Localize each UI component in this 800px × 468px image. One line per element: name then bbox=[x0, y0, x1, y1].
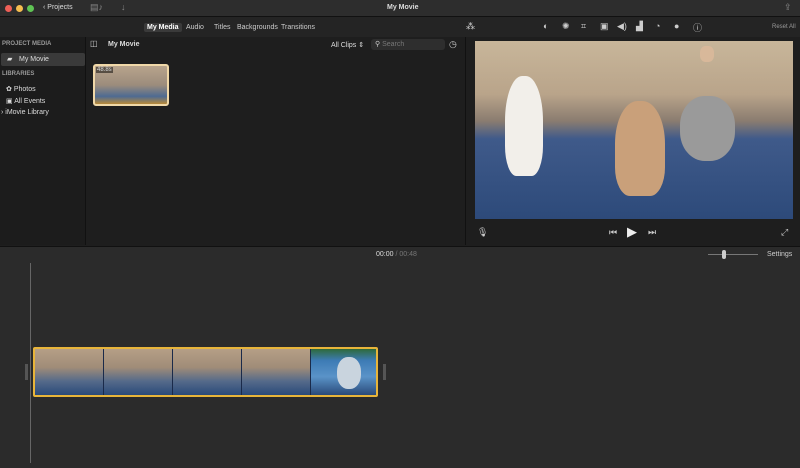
sidebar-toggle-icon[interactable]: ◫ bbox=[90, 39, 98, 48]
toolbar: My Media Audio Titles Backgrounds Transi… bbox=[0, 17, 800, 37]
stabilization-icon[interactable]: ▣ bbox=[600, 21, 609, 32]
timeline-settings-button[interactable]: Settings bbox=[767, 251, 792, 258]
clip-frame-shark bbox=[311, 349, 376, 395]
sidebar-item-all-events[interactable]: ▣ All Events bbox=[6, 97, 45, 105]
timecode: 00:00 / 00:48 bbox=[376, 251, 417, 258]
fullscreen-icon[interactable]: ⤢ bbox=[781, 227, 788, 238]
zoom-button[interactable] bbox=[27, 5, 34, 12]
sidebar: PROJECT MEDIA ▰ My Movie LIBRARIES ✿ Pho… bbox=[0, 37, 86, 245]
updown-icon: ⇕ bbox=[358, 42, 365, 49]
shark bbox=[337, 357, 361, 389]
window-title: My Movie bbox=[387, 4, 419, 11]
clip-filter-select[interactable]: All Clips ⇕ bbox=[331, 41, 364, 49]
minimize-button[interactable] bbox=[16, 5, 23, 12]
kitten-grey bbox=[680, 96, 735, 161]
magic-wand-icon[interactable]: ⁂ bbox=[466, 21, 475, 32]
kitten-white bbox=[505, 76, 543, 176]
sidebar-item-photos[interactable]: ✿ Photos bbox=[6, 85, 36, 93]
video-preview bbox=[475, 41, 793, 219]
trim-handle-left[interactable] bbox=[25, 364, 28, 380]
volume-icon[interactable]: ◀) bbox=[617, 21, 627, 32]
clip-frame bbox=[104, 349, 173, 395]
info-icon[interactable]: ⓘ bbox=[693, 21, 702, 34]
media-browser: ◫ My Movie All Clips ⇕ ⚲ Search ◷ 48.8s bbox=[87, 37, 464, 245]
browser-title: My Movie bbox=[108, 41, 140, 48]
timeline-clip[interactable] bbox=[33, 347, 378, 397]
clip-duration-badge: 48.8s bbox=[96, 67, 113, 73]
clip-frame bbox=[35, 349, 104, 395]
tab-audio[interactable]: Audio bbox=[183, 23, 207, 32]
skip-forward-icon[interactable]: ⏭︎ bbox=[648, 227, 656, 238]
browser-settings-icon[interactable]: ◷ bbox=[449, 39, 457, 50]
kitten-calico bbox=[615, 101, 665, 196]
tab-titles[interactable]: Titles bbox=[211, 23, 233, 32]
lamp bbox=[700, 46, 714, 62]
clip-frame bbox=[242, 349, 311, 395]
microphone-icon[interactable]: 🎙︎ bbox=[477, 227, 488, 238]
title-bar: ‹ Projects ▤♪ ↓ My Movie ⇪ bbox=[0, 0, 800, 17]
zoom-slider-knob[interactable] bbox=[721, 250, 726, 259]
libraries-header: LIBRARIES bbox=[2, 71, 35, 77]
trim-handle-right[interactable] bbox=[383, 364, 386, 380]
noise-reduction-icon[interactable]: ▟ bbox=[636, 21, 643, 32]
sidebar-item-my-movie[interactable]: ▰ My Movie bbox=[1, 53, 85, 66]
speed-icon[interactable]: ◔ bbox=[655, 21, 660, 31]
clapper-icon: ▰ bbox=[7, 56, 13, 63]
crop-icon[interactable]: ⌗ bbox=[581, 21, 586, 32]
share-icon[interactable]: ⇪ bbox=[784, 2, 792, 13]
skip-back-icon[interactable]: ⏮︎ bbox=[609, 227, 617, 238]
projects-back-button[interactable]: ‹ Projects bbox=[43, 4, 73, 11]
reset-all-button[interactable]: Reset All bbox=[772, 24, 796, 30]
tab-transitions[interactable]: Transitions bbox=[278, 23, 318, 32]
tab-my-media[interactable]: My Media bbox=[144, 23, 182, 32]
clip-frame bbox=[173, 349, 242, 395]
zoom-slider[interactable] bbox=[708, 250, 758, 259]
project-media-header: PROJECT MEDIA bbox=[2, 41, 52, 47]
import-arrow-icon[interactable]: ↓ bbox=[121, 2, 126, 12]
media-clip-thumbnail[interactable]: 48.8s bbox=[93, 64, 169, 106]
photos-icon: ✿ bbox=[6, 86, 14, 93]
color-correction-icon[interactable]: ✺ bbox=[562, 21, 570, 32]
sidebar-item-imovie-library[interactable]: › iMovie Library bbox=[1, 109, 49, 116]
play-button[interactable]: ▶ bbox=[627, 224, 637, 240]
clip-filter-icon[interactable]: ● bbox=[674, 21, 679, 31]
color-balance-icon[interactable]: ◐ bbox=[543, 21, 548, 31]
star-icon: ▣ bbox=[6, 98, 15, 105]
search-input[interactable]: ⚲ Search bbox=[371, 39, 445, 50]
tab-backgrounds[interactable]: Backgrounds bbox=[234, 23, 281, 32]
close-button[interactable] bbox=[5, 5, 12, 12]
media-import-icon[interactable]: ▤♪ bbox=[90, 2, 103, 13]
playhead[interactable] bbox=[30, 263, 31, 463]
